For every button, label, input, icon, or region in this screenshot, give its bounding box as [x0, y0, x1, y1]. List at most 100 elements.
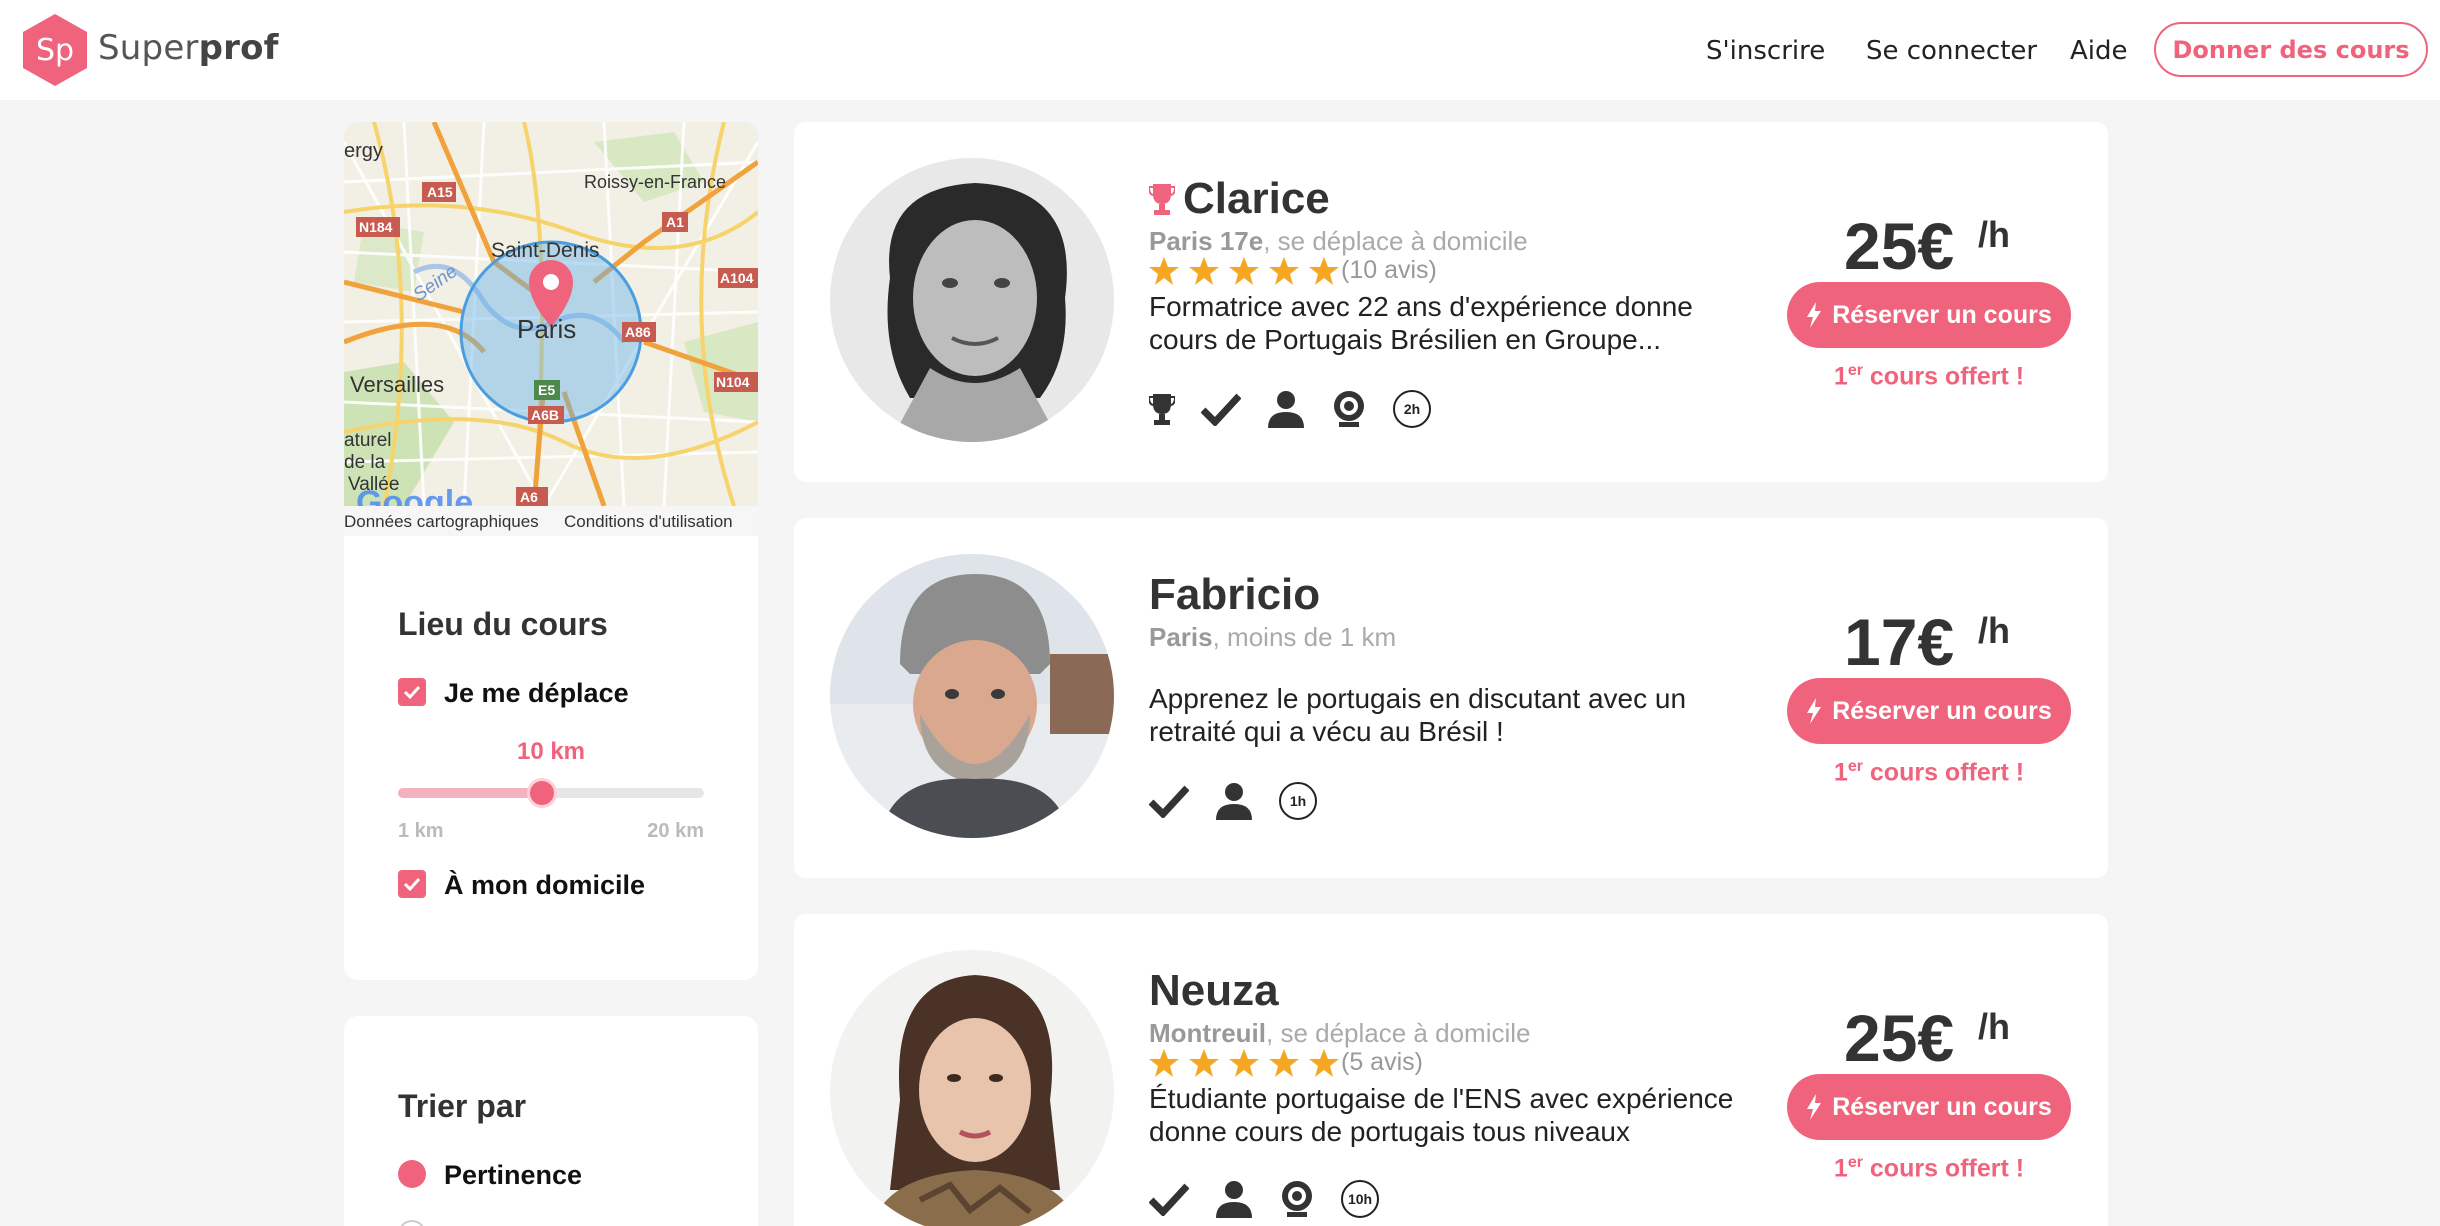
- book-lesson-button[interactable]: Réserver un cours: [1787, 282, 2071, 348]
- radius-slider-fill: [398, 788, 542, 798]
- tutor-price-unit: /h: [1978, 610, 2010, 651]
- star-icon: [1309, 1048, 1339, 1077]
- tutor-description[interactable]: Étudiante portugaise de l'ENS avec expér…: [1149, 1082, 1749, 1148]
- tutor-card[interactable]: Clarice Paris 17e, se déplace à domicile…: [794, 122, 2108, 482]
- star-icon: [1189, 1048, 1219, 1077]
- tutor-location: Paris, moins de 1 km: [1149, 622, 1396, 653]
- person-icon: [1267, 390, 1305, 428]
- lightning-icon: [1807, 302, 1822, 328]
- star-icon: [1149, 1048, 1179, 1077]
- star-icon: [1229, 256, 1259, 285]
- map-terms-link[interactable]: Conditions d'utilisation: [564, 512, 733, 532]
- logo-wordmark[interactable]: Superprof: [98, 28, 279, 68]
- tutor-badges: 1h: [1149, 782, 1343, 820]
- travel-checkbox-label[interactable]: Je me déplace: [444, 678, 629, 709]
- sort-radio-relevance-label[interactable]: Pertinence: [444, 1160, 582, 1191]
- sort-radio-other[interactable]: [398, 1220, 426, 1226]
- star-icon: [1189, 256, 1219, 285]
- signup-link[interactable]: S'inscrire: [1706, 36, 1825, 66]
- check-icon: [1149, 784, 1189, 818]
- map-shield-a15: A15: [427, 184, 453, 200]
- book-lesson-label: Réserver un cours: [1832, 1092, 2052, 1121]
- tutor-review-count[interactable]: (5 avis): [1341, 1048, 1423, 1077]
- map-label-ergy: ergy: [344, 140, 383, 162]
- home-checkbox-label[interactable]: À mon domicile: [444, 870, 645, 901]
- logo-badge-text: Sp: [36, 33, 74, 68]
- tutor-card[interactable]: Neuza Montreuil, se déplace à domicile (…: [794, 914, 2108, 1226]
- map-shield-a6b: A6B: [531, 407, 559, 423]
- lightning-icon: [1807, 698, 1822, 724]
- map-label-saint-denis: Saint-Denis: [491, 239, 600, 262]
- tutor-price-unit: /h: [1978, 214, 2010, 255]
- tutor-price-unit: /h: [1978, 1006, 2010, 1047]
- offer-text: cours offert !: [1862, 362, 2025, 391]
- map-shield-n184: N184: [359, 219, 393, 235]
- tutor-location-city: Paris: [1149, 622, 1213, 652]
- star-icon: [1149, 256, 1179, 285]
- tutor-card[interactable]: Fabricio Paris, moins de 1 km Apprenez l…: [794, 518, 2108, 878]
- tutor-name[interactable]: Neuza: [1149, 966, 1279, 1016]
- tutor-avatar[interactable]: [830, 950, 1114, 1226]
- map-panel[interactable]: ergy Roissy-en-France Saint-Denis Paris …: [344, 122, 758, 536]
- tutor-name-row: Neuza: [1149, 966, 1279, 1016]
- offer-num: 1: [1833, 362, 1848, 391]
- travel-checkbox[interactable]: [398, 678, 426, 706]
- trophy-icon: [1149, 392, 1175, 426]
- help-link[interactable]: Aide: [2070, 36, 2128, 66]
- tutor-price: 17€: [1844, 605, 1955, 679]
- tutor-price: 25€: [1844, 1001, 1955, 1075]
- sort-panel: Trier par Pertinence: [344, 1016, 758, 1226]
- tutor-location: Paris 17e, se déplace à domicile: [1149, 226, 1528, 257]
- person-icon: [1215, 1180, 1253, 1218]
- trophy-icon: [1149, 184, 1175, 215]
- tutor-avatar[interactable]: [830, 554, 1114, 838]
- lesson-duration-badge: 2h: [1393, 390, 1431, 428]
- lesson-duration-badge: 10h: [1341, 1180, 1379, 1218]
- map-data-link[interactable]: Données cartographiques: [344, 512, 539, 532]
- tutor-name[interactable]: Clarice: [1183, 174, 1330, 224]
- tutor-rating[interactable]: (5 avis): [1149, 1048, 1423, 1077]
- checkmark-icon: [403, 685, 421, 700]
- tutor-name[interactable]: Fabricio: [1149, 570, 1320, 620]
- map-label-versailles: Versailles: [350, 372, 444, 397]
- lightning-icon: [1807, 1094, 1822, 1120]
- map-shield-e5: E5: [538, 382, 555, 398]
- map-shield-a86: A86: [625, 324, 651, 340]
- tutor-rating[interactable]: (10 avis): [1149, 256, 1437, 285]
- tutor-description[interactable]: Apprenez le portugais en discutant avec …: [1149, 682, 1749, 748]
- offer-sup: er: [1847, 1154, 1863, 1171]
- map-shield-a6: A6: [520, 489, 538, 505]
- give-lessons-button[interactable]: Donner des cours: [2154, 22, 2428, 77]
- login-link[interactable]: Se connecter: [1866, 36, 2037, 66]
- sort-title: Trier par: [398, 1088, 527, 1124]
- book-lesson-button[interactable]: Réserver un cours: [1787, 1074, 2071, 1140]
- location-filter-title: Lieu du cours: [398, 606, 608, 642]
- offer-sup: er: [1847, 758, 1863, 775]
- map-view[interactable]: ergy Roissy-en-France Saint-Denis Paris …: [344, 122, 758, 506]
- star-icon: [1309, 256, 1339, 285]
- tutor-badges: 2h: [1149, 390, 1457, 428]
- tutor-review-count[interactable]: (10 avis): [1341, 256, 1437, 285]
- map-shield-a104: A104: [720, 270, 754, 286]
- sort-radio-relevance[interactable]: [398, 1160, 426, 1188]
- webcam-icon: [1279, 1180, 1315, 1218]
- home-checkbox[interactable]: [398, 870, 426, 898]
- offer-sup: er: [1847, 362, 1863, 379]
- tutor-avatar[interactable]: [830, 158, 1114, 442]
- book-lesson-button[interactable]: Réserver un cours: [1787, 678, 2071, 744]
- map-shield-a1: A1: [666, 214, 684, 230]
- offer-text: cours offert !: [1862, 758, 2025, 787]
- location-filter-panel: Lieu du cours Je me déplace 10 km 1 km 2…: [344, 536, 758, 980]
- tutor-location-city: Montreuil: [1149, 1018, 1266, 1048]
- offer-text: cours offert !: [1862, 1154, 2025, 1183]
- first-lesson-offer: 1er cours offert !: [1787, 758, 2071, 787]
- radius-slider[interactable]: [398, 778, 704, 808]
- tutor-badges: 10h: [1149, 1180, 1405, 1218]
- check-icon: [1201, 392, 1241, 426]
- map-label-naturel: aturel: [344, 430, 392, 451]
- tutor-description[interactable]: Formatrice avec 22 ans d'expérience donn…: [1149, 290, 1749, 356]
- radius-min-label: 1 km: [398, 820, 444, 842]
- superprof-logo-icon[interactable]: Sp: [23, 14, 87, 86]
- book-lesson-label: Réserver un cours: [1832, 696, 2052, 725]
- radius-slider-thumb[interactable]: [526, 778, 557, 808]
